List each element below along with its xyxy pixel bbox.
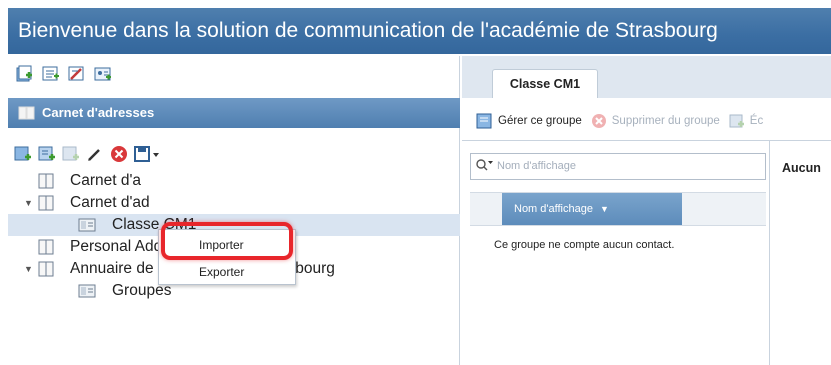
top-toolbar [16,63,112,85]
add-group-icon[interactable] [38,145,56,163]
toolbar-divider [462,140,831,141]
remove-from-group-icon [590,112,608,130]
sort-arrow-icon: ▼ [600,204,609,214]
new-list-icon[interactable] [42,65,60,83]
search-placeholder: Nom d'affichage [497,160,576,172]
column-separator [769,141,770,365]
empty-group-message: Ce groupe ne compte aucun contact. [494,239,675,251]
tree-item-label: Carnet d'ad [70,194,150,211]
tree-item-carnet-1[interactable]: Carnet d'a [8,170,460,192]
address-book-icon [18,104,36,122]
search-input[interactable]: Nom d'affichage [470,153,766,180]
address-book-header[interactable]: Carnet d'adresses [8,98,460,128]
remove-from-group-button[interactable]: Supprimer du groupe [612,115,720,127]
address-book-pane: Carnet d'adresses Carnet d'a ▼ Carnet d'… [8,56,460,365]
expanded-arrow-icon[interactable]: ▼ [24,192,33,214]
search-icon[interactable] [475,154,495,188]
sort-column-header[interactable]: Nom d'affichage ▼ [502,193,682,225]
address-card-icon[interactable] [94,65,112,83]
menu-item-exporter[interactable]: Exporter [169,261,287,283]
tree-toolbar [14,143,162,165]
tree-item-label: Carnet d'a [70,172,142,189]
address-book-header-label: Carnet d'adresses [42,105,155,120]
add-contact-icon[interactable] [14,145,32,163]
group-toolbar: Gérer ce groupe Supprimer du groupe Éc [476,110,763,132]
app-title: Bienvenue dans la solution de communicat… [18,19,718,42]
details-label: Aucun [782,161,821,175]
tab-strip: Classe CM1 [462,56,831,98]
group-icon [78,283,96,306]
contact-list-header: Nom d'affichage ▼ [470,192,766,226]
edit-list-icon[interactable] [68,65,86,83]
column-header-label: Nom d'affichage [514,203,593,215]
delete-icon[interactable] [110,145,128,163]
disabled-add-icon [728,112,746,130]
highlight-annotation [161,222,293,260]
new-contact-icon[interactable] [16,65,34,83]
manage-group-button[interactable]: Gérer ce groupe [498,115,582,127]
truncated-action-button[interactable]: Éc [750,115,763,127]
expanded-arrow-icon[interactable]: ▼ [24,258,33,280]
group-detail-pane: Classe CM1 Gérer ce groupe Supprimer du … [462,56,831,365]
tab-classe-cm1[interactable]: Classe CM1 [492,69,598,98]
app-title-bar: Bienvenue dans la solution de communicat… [8,8,831,54]
tree-item-carnet-2[interactable]: ▼ Carnet d'ad [8,192,460,214]
pencil-icon[interactable] [86,145,104,163]
import-export-icon[interactable] [134,145,162,163]
disabled-add-icon [62,145,80,163]
manage-group-icon [476,112,494,130]
